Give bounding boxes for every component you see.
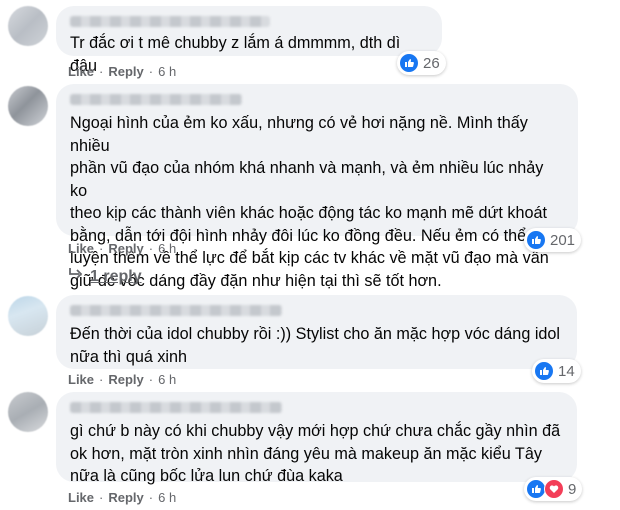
- comment-actions: Like · Reply · 6 h: [68, 241, 176, 256]
- reaction-count: 201: [550, 231, 576, 249]
- love-icon: [544, 479, 564, 499]
- reaction-count: 26: [423, 54, 440, 72]
- replies-count-label[interactable]: 1 reply: [90, 268, 142, 286]
- reply-button[interactable]: Reply: [108, 241, 143, 256]
- separator: ·: [148, 64, 154, 79]
- like-icon: [526, 479, 546, 499]
- separator: ·: [148, 372, 154, 387]
- author-name-redacted[interactable]: [70, 16, 270, 27]
- reaction-summary[interactable]: 14: [532, 359, 581, 383]
- like-button[interactable]: Like: [68, 372, 94, 387]
- comment-text: gì chứ b này có khi chubby vậy mới hợp c…: [70, 422, 561, 485]
- comment-actions: Like · Reply · 6 h: [68, 372, 176, 387]
- like-icon: [534, 361, 554, 381]
- separator: ·: [148, 490, 154, 505]
- reaction-count: 9: [568, 480, 577, 498]
- author-name-redacted[interactable]: [70, 305, 282, 316]
- comment-bubble: Tr đắc ơi t mê chubby z lắm á dmmmm, dth…: [56, 6, 442, 75]
- reaction-summary[interactable]: 26: [397, 51, 446, 75]
- avatar[interactable]: [8, 86, 48, 126]
- view-replies-link[interactable]: 1 reply: [68, 267, 142, 286]
- like-button[interactable]: Like: [68, 241, 94, 256]
- separator: ·: [99, 241, 104, 256]
- timestamp[interactable]: 6 h: [158, 64, 176, 79]
- reply-button[interactable]: Reply: [108, 372, 143, 387]
- avatar[interactable]: [8, 296, 48, 336]
- reaction-count: 14: [558, 362, 575, 380]
- author-name-redacted[interactable]: [70, 402, 282, 413]
- reply-button[interactable]: Reply: [108, 490, 143, 505]
- reaction-summary[interactable]: 201: [524, 228, 582, 252]
- comment-bubble: Ngoại hình của ẻm ko xấu, nhưng có vẻ hơ…: [56, 84, 578, 290]
- avatar[interactable]: [8, 6, 48, 46]
- comment-actions: Like · Reply · 6 h: [68, 490, 176, 505]
- separator: ·: [99, 372, 104, 387]
- comment-text: Ngoại hình của ẻm ko xấu, nhưng có vẻ hơ…: [70, 114, 554, 290]
- separator: ·: [99, 490, 104, 505]
- separator: ·: [148, 241, 154, 256]
- comment-text: Đến thời của idol chubby rồi :)) Stylist…: [70, 325, 561, 366]
- like-icon: [526, 230, 546, 250]
- separator: ·: [99, 64, 104, 79]
- reply-button[interactable]: Reply: [108, 64, 143, 79]
- reply-arrow-icon: [68, 267, 84, 286]
- like-button[interactable]: Like: [68, 490, 94, 505]
- comment-actions: Like · Reply · 6 h: [68, 64, 176, 79]
- author-name-redacted[interactable]: [70, 94, 242, 105]
- timestamp[interactable]: 6 h: [158, 490, 176, 505]
- reaction-summary[interactable]: 9: [524, 477, 583, 501]
- comment-bubble: Đến thời của idol chubby rồi :)) Stylist…: [56, 295, 577, 369]
- like-icon: [399, 53, 419, 73]
- timestamp[interactable]: 6 h: [158, 241, 176, 256]
- timestamp[interactable]: 6 h: [158, 372, 176, 387]
- comment-bubble: gì chứ b này có khi chubby vậy mới hợp c…: [56, 392, 577, 485]
- like-button[interactable]: Like: [68, 64, 94, 79]
- avatar[interactable]: [8, 392, 48, 432]
